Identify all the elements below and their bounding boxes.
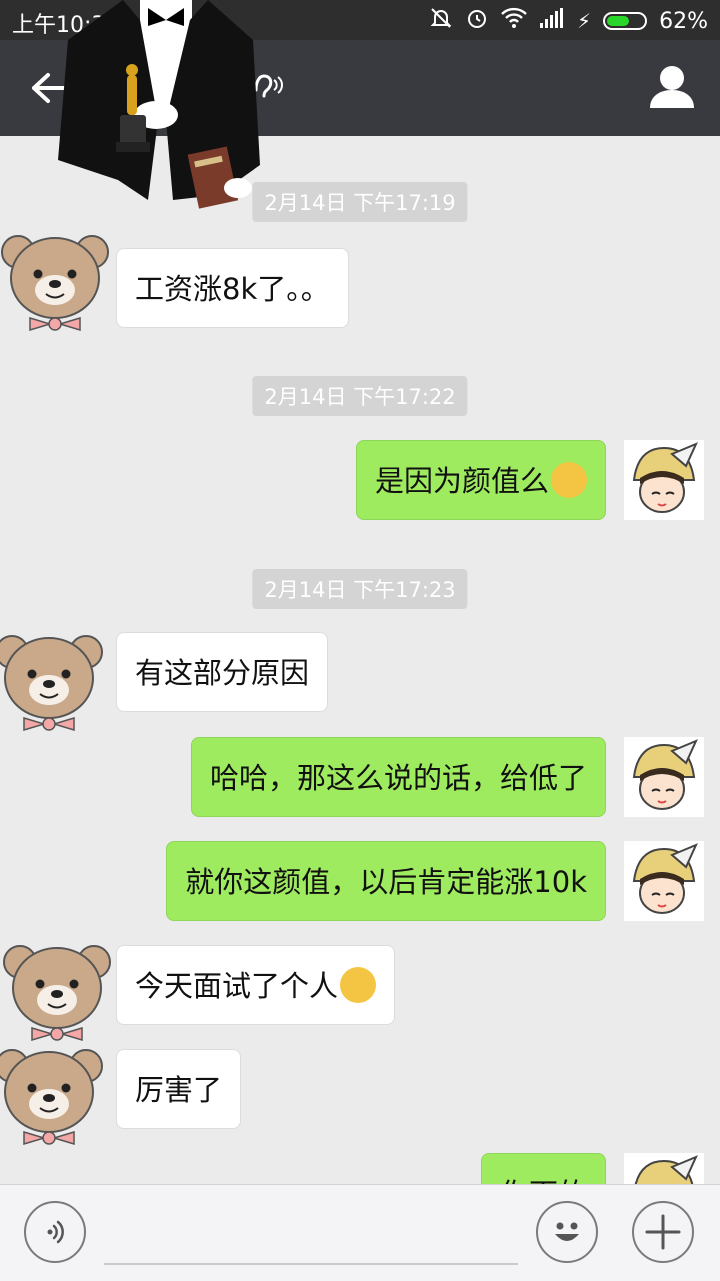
person-icon <box>650 66 694 108</box>
teddy-bear-avatar[interactable] <box>0 1040 104 1150</box>
charging-icon: ⚡ <box>577 9 592 33</box>
message-bubble[interactable]: 工资涨8k了。。 <box>116 248 349 328</box>
message-bubble[interactable]: 是因为颜值么 <box>355 440 606 520</box>
signal-icon <box>539 7 565 35</box>
cartoon-girl-avatar[interactable] <box>624 440 704 520</box>
timestamp: 2月14日 下午17:22 <box>252 376 468 416</box>
smiley-icon <box>555 1222 579 1241</box>
status-icons: ⚡ 62% <box>429 6 708 36</box>
message-bubble[interactable]: 今天面试了个人 <box>116 945 396 1025</box>
cartoon-girl-avatar[interactable] <box>624 737 704 817</box>
teddy-bear-avatar[interactable] <box>0 226 110 336</box>
message-bubble[interactable]: 哈哈，那这么说的话，给低了 <box>190 737 606 817</box>
battery-fill <box>607 16 630 26</box>
message-bubble[interactable]: 就你这颜值，以后肯定能涨10k <box>166 841 606 921</box>
voice-input-icon <box>47 1220 64 1244</box>
message-text: 今天面试了个人 <box>135 969 339 1003</box>
teddy-bear-avatar[interactable] <box>0 626 104 736</box>
timestamp: 2月14日 下午17:19 <box>252 182 468 222</box>
voice-button[interactable] <box>24 1201 86 1263</box>
message-bubble[interactable]: 你面的 <box>480 1153 606 1184</box>
battery-percent: 62% <box>659 8 708 34</box>
message-list[interactable]: 2月14日 下午17:19 工资涨8k了。。 2月14日 下午17:22 是因为… <box>0 136 720 1184</box>
more-button[interactable] <box>632 1201 694 1263</box>
hugging-face-icon <box>340 967 377 1003</box>
wifi-icon <box>501 7 527 35</box>
alarm-icon <box>465 6 489 36</box>
message-input[interactable] <box>104 1263 518 1265</box>
cartoon-girl-avatar[interactable] <box>624 841 704 921</box>
mute-icon <box>429 6 453 36</box>
plus-icon <box>645 1214 681 1250</box>
emoji-button[interactable] <box>536 1201 598 1263</box>
thinking-face-icon <box>551 462 587 498</box>
cartoon-girl-avatar[interactable] <box>624 1153 704 1184</box>
battery-icon <box>603 12 648 30</box>
timestamp: 2月14日 下午17:23 <box>252 569 468 609</box>
message-bubble[interactable]: 有这部分原因 <box>116 632 329 712</box>
message-bubble[interactable]: 厉害了 <box>116 1049 242 1129</box>
teddy-bear-avatar[interactable] <box>2 936 112 1046</box>
message-text: 是因为颜值么 <box>374 464 549 498</box>
chat-info-button[interactable] <box>644 62 700 114</box>
tuxedo-oscar-sticker <box>58 0 260 209</box>
input-bar <box>0 1184 720 1281</box>
